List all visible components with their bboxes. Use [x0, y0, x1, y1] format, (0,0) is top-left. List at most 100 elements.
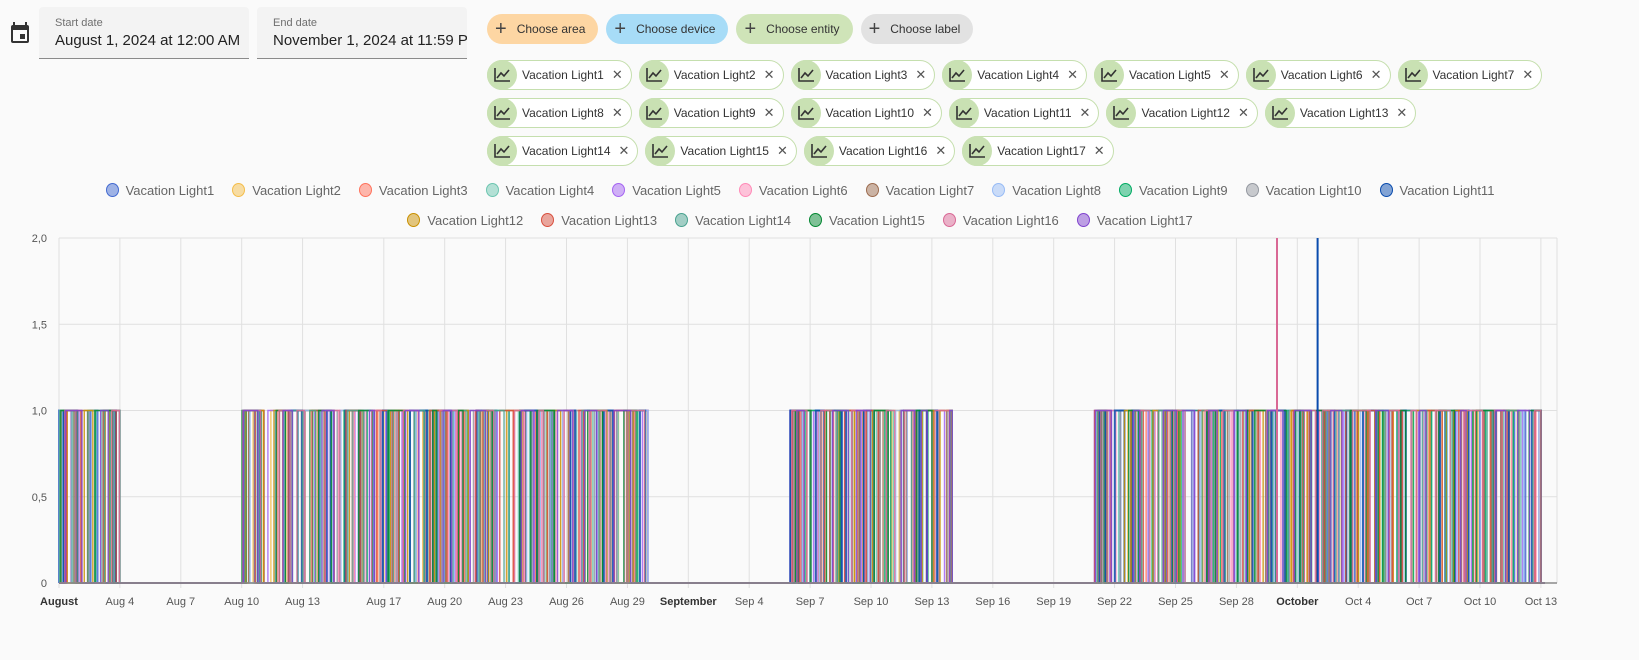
- legend-item[interactable]: Vacation Light12: [407, 211, 523, 229]
- entity-chip-label: Vacation Light13: [1299, 106, 1389, 120]
- remove-entity-icon[interactable]: ✕: [612, 105, 623, 121]
- legend-color-dot: [1118, 183, 1132, 197]
- remove-entity-icon[interactable]: ✕: [1238, 105, 1249, 121]
- choose-device-button[interactable]: + Choose device: [606, 14, 729, 44]
- x-tick-label: Oct 10: [1464, 596, 1496, 608]
- legend-label: Vacation Light13: [561, 212, 658, 228]
- x-tick-label: Sep 19: [1036, 596, 1071, 608]
- remove-entity-icon[interactable]: ✕: [1219, 67, 1230, 83]
- choose-label-button[interactable]: + Choose label: [860, 14, 974, 44]
- remove-entity-icon[interactable]: ✕: [1371, 67, 1382, 83]
- remove-entity-icon[interactable]: ✕: [1067, 67, 1078, 83]
- entity-chip[interactable]: Vacation Light2 ✕: [638, 60, 784, 90]
- entity-chip[interactable]: Vacation Light13 ✕: [1264, 98, 1417, 128]
- legend-color-dot: [865, 183, 879, 197]
- chart-line-icon: [948, 98, 979, 128]
- remove-entity-icon[interactable]: ✕: [922, 105, 933, 121]
- legend-item[interactable]: Vacation Light6: [738, 181, 848, 199]
- entity-chip[interactable]: Vacation Light12 ✕: [1106, 98, 1258, 128]
- chart-line-icon: [1094, 60, 1124, 90]
- picker-label: Choose label: [890, 22, 961, 36]
- x-tick-label: Oct 7: [1406, 596, 1432, 608]
- legend-item[interactable]: Vacation Light11: [1379, 181, 1494, 199]
- legend-item[interactable]: Vacation Light1: [105, 181, 214, 199]
- entity-chip[interactable]: Vacation Light9 ✕: [638, 98, 784, 128]
- choose-area-button[interactable]: + Choose area: [487, 14, 599, 44]
- entity-chip-label: Vacation Light6: [1280, 68, 1363, 82]
- legend-item[interactable]: Vacation Light3: [358, 181, 468, 199]
- entity-chip-label: Vacation Light12: [1141, 106, 1230, 120]
- legend-label: Vacation Light12: [427, 212, 524, 228]
- x-tick-label: Aug 13: [285, 596, 320, 608]
- legend-item[interactable]: Vacation Light4: [485, 181, 595, 199]
- legend-color-dot: [942, 213, 956, 227]
- entity-chip[interactable]: Vacation Light6 ✕: [1245, 60, 1391, 90]
- target-pickers: + Choose area + Choose device + Choose entity…: [487, 14, 974, 44]
- entity-chip[interactable]: Vacation Light1 ✕: [487, 60, 632, 90]
- remove-entity-icon[interactable]: ✕: [1080, 105, 1091, 121]
- entity-chip[interactable]: Vacation Light17 ✕: [962, 136, 1114, 166]
- remove-entity-icon[interactable]: ✕: [612, 67, 623, 83]
- remove-entity-icon[interactable]: ✕: [1396, 105, 1407, 121]
- remove-entity-icon[interactable]: ✕: [619, 143, 630, 159]
- choose-entity-button[interactable]: + Choose entity: [736, 14, 853, 44]
- x-tick-label: Sep 10: [854, 596, 889, 608]
- legend-color-dot: [358, 183, 372, 197]
- remove-entity-icon[interactable]: ✕: [1522, 67, 1533, 83]
- legend-label: Vacation Light16: [962, 212, 1059, 228]
- legend-label: Vacation Light10: [1265, 182, 1362, 198]
- entity-chip[interactable]: Vacation Light10 ✕: [790, 98, 942, 128]
- x-tick-label: Aug 20: [427, 596, 462, 608]
- x-tick-label: Sep 25: [1158, 596, 1193, 608]
- entity-chip[interactable]: Vacation Light4 ✕: [942, 60, 1087, 90]
- y-tick-label: 1,5: [32, 319, 47, 331]
- entity-chip-label: Vacation Light3: [825, 68, 908, 82]
- entity-chip-label: Vacation Light17: [997, 144, 1086, 158]
- entity-chip-label: Vacation Light16: [838, 144, 928, 158]
- legend-item[interactable]: Vacation Light9: [1118, 181, 1228, 199]
- remove-entity-icon[interactable]: ✕: [777, 143, 788, 159]
- entity-chip[interactable]: Vacation Light16 ✕: [803, 136, 956, 166]
- entity-chip[interactable]: Vacation Light14 ✕: [487, 136, 639, 166]
- remove-entity-icon[interactable]: ✕: [764, 67, 775, 83]
- x-tick-label: Sep 28: [1219, 596, 1254, 608]
- legend-label: Vacation Light4: [505, 182, 595, 198]
- entity-chip[interactable]: Vacation Light8 ✕: [487, 98, 632, 128]
- legend-item[interactable]: Vacation Light7: [865, 181, 974, 199]
- x-tick-label: Sep 7: [796, 596, 825, 608]
- start-date-field[interactable]: Start date August 1, 2024 at 12:00 AM: [39, 7, 249, 59]
- entity-chip[interactable]: Vacation Light7 ✕: [1397, 60, 1543, 90]
- entity-chip[interactable]: Vacation Light11 ✕: [948, 98, 1100, 128]
- legend-item[interactable]: Vacation Light16: [942, 211, 1059, 229]
- legend-item[interactable]: Vacation Light14: [675, 211, 791, 229]
- entity-chip-label: Vacation Light8: [522, 106, 604, 120]
- legend-label: Vacation Light17: [1096, 212, 1193, 228]
- x-tick-label: October: [1276, 596, 1319, 608]
- entity-chip[interactable]: Vacation Light5 ✕: [1094, 60, 1239, 90]
- history-chart[interactable]: 0 0,5 1,0 1,5 2,0 August Aug 4 Aug 7 Aug 10 Aug 1…: [0, 230, 1639, 640]
- remove-entity-icon[interactable]: ✕: [1094, 143, 1105, 159]
- legend-item[interactable]: Vacation Light17: [1076, 211, 1193, 229]
- legend-color-dot: [738, 183, 752, 197]
- x-tick-label: Sep 16: [975, 596, 1010, 608]
- remove-entity-icon[interactable]: ✕: [935, 143, 946, 159]
- entity-chip-label: Vacation Light7: [1432, 68, 1515, 82]
- legend-item[interactable]: Vacation Light5: [612, 181, 721, 199]
- chart-legend: Vacation Light1 Vacation Light2 Vacation L…: [40, 181, 1560, 229]
- x-tick-label: Aug 7: [166, 596, 195, 608]
- end-date-field[interactable]: End date November 1, 2024 at 11:59 PM: [257, 7, 467, 59]
- legend-label: Vacation Light3: [378, 182, 468, 198]
- legend-item[interactable]: Vacation Light8: [992, 181, 1101, 199]
- remove-entity-icon[interactable]: ✕: [915, 67, 926, 83]
- picker-label: Choose device: [636, 22, 716, 36]
- entity-chip[interactable]: Vacation Light3 ✕: [790, 60, 936, 90]
- entity-chip[interactable]: Vacation Light15 ✕: [645, 136, 797, 166]
- legend-item[interactable]: Vacation Light2: [232, 181, 341, 199]
- plus-icon: +: [868, 18, 881, 40]
- legend-item[interactable]: Vacation Light13: [541, 211, 657, 229]
- legend-color-dot: [1076, 213, 1090, 227]
- legend-item[interactable]: Vacation Light15: [809, 211, 925, 229]
- remove-entity-icon[interactable]: ✕: [764, 105, 775, 121]
- x-tick-label: Aug 17: [366, 596, 401, 608]
- legend-item[interactable]: Vacation Light10: [1245, 181, 1362, 199]
